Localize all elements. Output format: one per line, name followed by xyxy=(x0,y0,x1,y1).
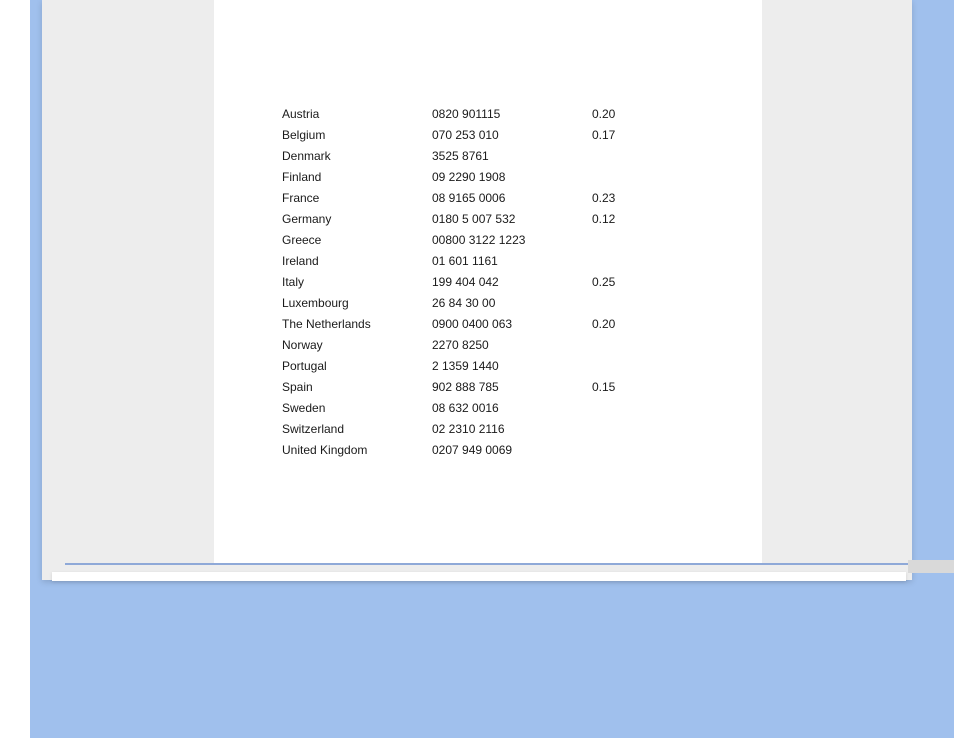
rate-cell: 0.17 xyxy=(592,129,652,141)
phone-cell: 01 601 1161 xyxy=(432,255,592,267)
country-cell: Portugal xyxy=(282,360,432,372)
phone-cell: 0180 5 007 532 xyxy=(432,213,592,225)
country-cell: Luxembourg xyxy=(282,297,432,309)
phone-cell: 08 632 0016 xyxy=(432,402,592,414)
table-row: Norway2270 8250 xyxy=(282,339,652,360)
phone-cell: 0820 901115 xyxy=(432,108,592,120)
table-row: The Netherlands0900 0400 0630.20 xyxy=(282,318,652,339)
country-cell: Austria xyxy=(282,108,432,120)
table-row: Italy199 404 0420.25 xyxy=(282,276,652,297)
table-row: Finland09 2290 1908 xyxy=(282,171,652,192)
phone-cell: 26 84 30 00 xyxy=(432,297,592,309)
right-edge-tab xyxy=(908,560,954,573)
country-cell: Germany xyxy=(282,213,432,225)
phone-cell: 09 2290 1908 xyxy=(432,171,592,183)
rate-cell: 0.20 xyxy=(592,108,652,120)
phone-cell: 02 2310 2116 xyxy=(432,423,592,435)
page-bottom-strip xyxy=(52,572,906,581)
phone-cell: 0207 949 0069 xyxy=(432,444,592,456)
rate-cell: 0.23 xyxy=(592,192,652,204)
country-cell: Belgium xyxy=(282,129,432,141)
country-cell: Ireland xyxy=(282,255,432,267)
country-cell: Denmark xyxy=(282,150,432,162)
phone-cell: 00800 3122 1223 xyxy=(432,234,592,246)
table-row: Portugal2 1359 1440 xyxy=(282,360,652,381)
country-cell: Italy xyxy=(282,276,432,288)
rate-cell: 0.15 xyxy=(592,381,652,393)
horizontal-divider xyxy=(65,563,908,565)
table-row: United Kingdom0207 949 0069 xyxy=(282,444,652,465)
table-row: Switzerland02 2310 2116 xyxy=(282,423,652,444)
phone-cell: 2270 8250 xyxy=(432,339,592,351)
country-cell: Switzerland xyxy=(282,423,432,435)
country-cell: Spain xyxy=(282,381,432,393)
country-cell: Norway xyxy=(282,339,432,351)
table-row: Greece00800 3122 1223 xyxy=(282,234,652,255)
phone-cell: 902 888 785 xyxy=(432,381,592,393)
phone-rate-table: Austria0820 9011150.20Belgium070 253 010… xyxy=(282,108,652,465)
table-row: Belgium070 253 0100.17 xyxy=(282,129,652,150)
table-row: Ireland01 601 1161 xyxy=(282,255,652,276)
table-row: Germany0180 5 007 5320.12 xyxy=(282,213,652,234)
rate-cell: 0.25 xyxy=(592,276,652,288)
phone-cell: 08 9165 0006 xyxy=(432,192,592,204)
country-cell: The Netherlands xyxy=(282,318,432,330)
table-row: Luxembourg26 84 30 00 xyxy=(282,297,652,318)
rate-cell: 0.20 xyxy=(592,318,652,330)
phone-cell: 070 253 010 xyxy=(432,129,592,141)
document-page: Austria0820 9011150.20Belgium070 253 010… xyxy=(214,0,762,565)
country-cell: Finland xyxy=(282,171,432,183)
table-row: Denmark3525 8761 xyxy=(282,150,652,171)
table-row: Spain902 888 7850.15 xyxy=(282,381,652,402)
country-cell: Greece xyxy=(282,234,432,246)
phone-cell: 2 1359 1440 xyxy=(432,360,592,372)
country-cell: Sweden xyxy=(282,402,432,414)
phone-cell: 0900 0400 063 xyxy=(432,318,592,330)
document-outer-panel: Austria0820 9011150.20Belgium070 253 010… xyxy=(42,0,912,580)
country-cell: France xyxy=(282,192,432,204)
country-cell: United Kingdom xyxy=(282,444,432,456)
table-row: France08 9165 00060.23 xyxy=(282,192,652,213)
phone-cell: 3525 8761 xyxy=(432,150,592,162)
table-row: Sweden08 632 0016 xyxy=(282,402,652,423)
table-row: Austria0820 9011150.20 xyxy=(282,108,652,129)
rate-cell: 0.12 xyxy=(592,213,652,225)
phone-cell: 199 404 042 xyxy=(432,276,592,288)
